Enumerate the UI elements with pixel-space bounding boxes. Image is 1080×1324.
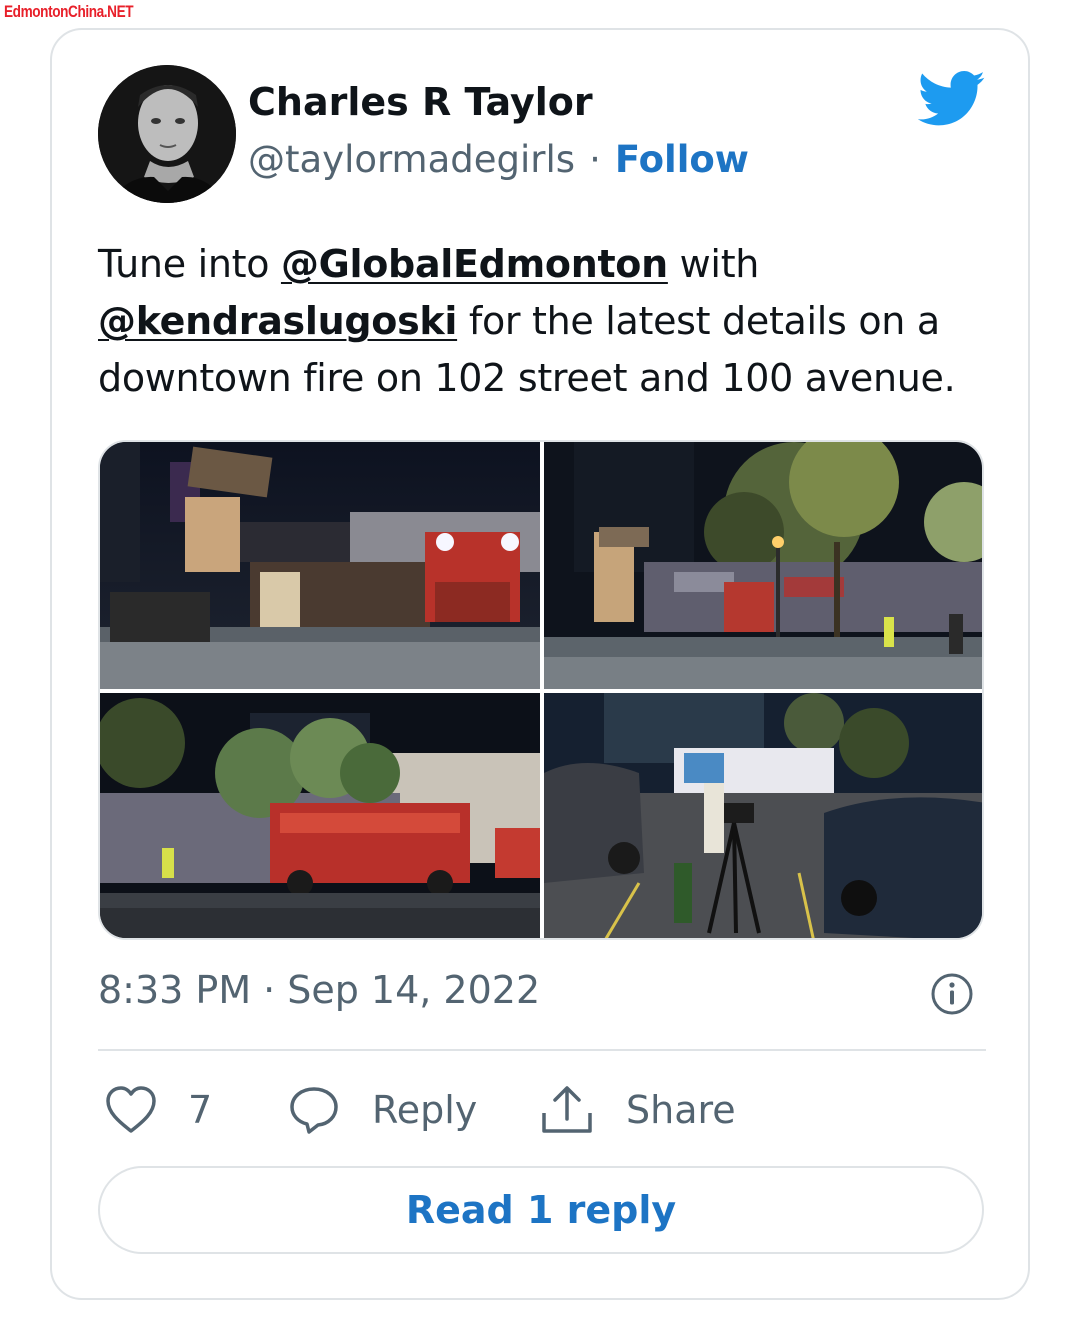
reply-label: Reply — [372, 1088, 478, 1132]
share-icon — [542, 1086, 592, 1133]
info-icon[interactable] — [930, 972, 974, 1016]
tweet-timestamp[interactable]: 8:33 PM · Sep 14, 2022 — [98, 968, 540, 1012]
watermark: EdmontonChina.NET — [4, 2, 134, 21]
tweet-text-part-2: with — [667, 242, 760, 286]
follow-button[interactable]: Follow — [615, 138, 749, 181]
twitter-bird-icon[interactable] — [918, 70, 986, 128]
media-grid — [98, 440, 984, 940]
mention-global-edmonton[interactable]: @GlobalEdmonton — [281, 242, 668, 286]
photo-fire-truck-building-sign[interactable] — [100, 442, 540, 689]
tweet-text: Tune into @GlobalEdmonton with @kendrasl… — [98, 236, 998, 407]
tweet-date: Sep 14, 2022 — [287, 968, 541, 1012]
tweet-time: 8:33 PM — [98, 968, 252, 1012]
author-name[interactable]: Charles R Taylor — [248, 80, 593, 124]
share-label: Share — [626, 1088, 736, 1132]
avatar[interactable] — [98, 65, 236, 203]
read-replies-label: Read 1 reply — [405, 1188, 677, 1232]
reply-button[interactable]: Reply — [288, 1084, 477, 1136]
divider — [98, 1049, 986, 1051]
tweet-card: Charles R Taylor @taylormadegirls · Follow… — [50, 28, 1030, 1300]
share-button[interactable]: Share — [540, 1084, 736, 1136]
handle-separator: · — [589, 138, 601, 181]
handle-row: @taylormadegirls · Follow — [248, 138, 749, 181]
author-handle[interactable]: @taylormadegirls — [248, 138, 575, 181]
reply-bubble-icon — [290, 1087, 338, 1134]
photo-news-camera-parking-lot[interactable] — [544, 693, 982, 938]
tweet-text-part-1: Tune into — [98, 242, 281, 286]
like-button[interactable]: 7 — [104, 1084, 212, 1136]
like-count: 7 — [188, 1088, 213, 1132]
read-replies-button[interactable]: Read 1 reply — [98, 1166, 984, 1254]
photo-street-trees-fire-truck[interactable] — [544, 442, 982, 689]
timestamp-separator: · — [263, 968, 276, 1012]
photo-red-fire-engine-night[interactable] — [100, 693, 540, 938]
heart-icon — [106, 1086, 156, 1133]
mention-kendraslugoski[interactable]: @kendraslugoski — [98, 299, 457, 343]
